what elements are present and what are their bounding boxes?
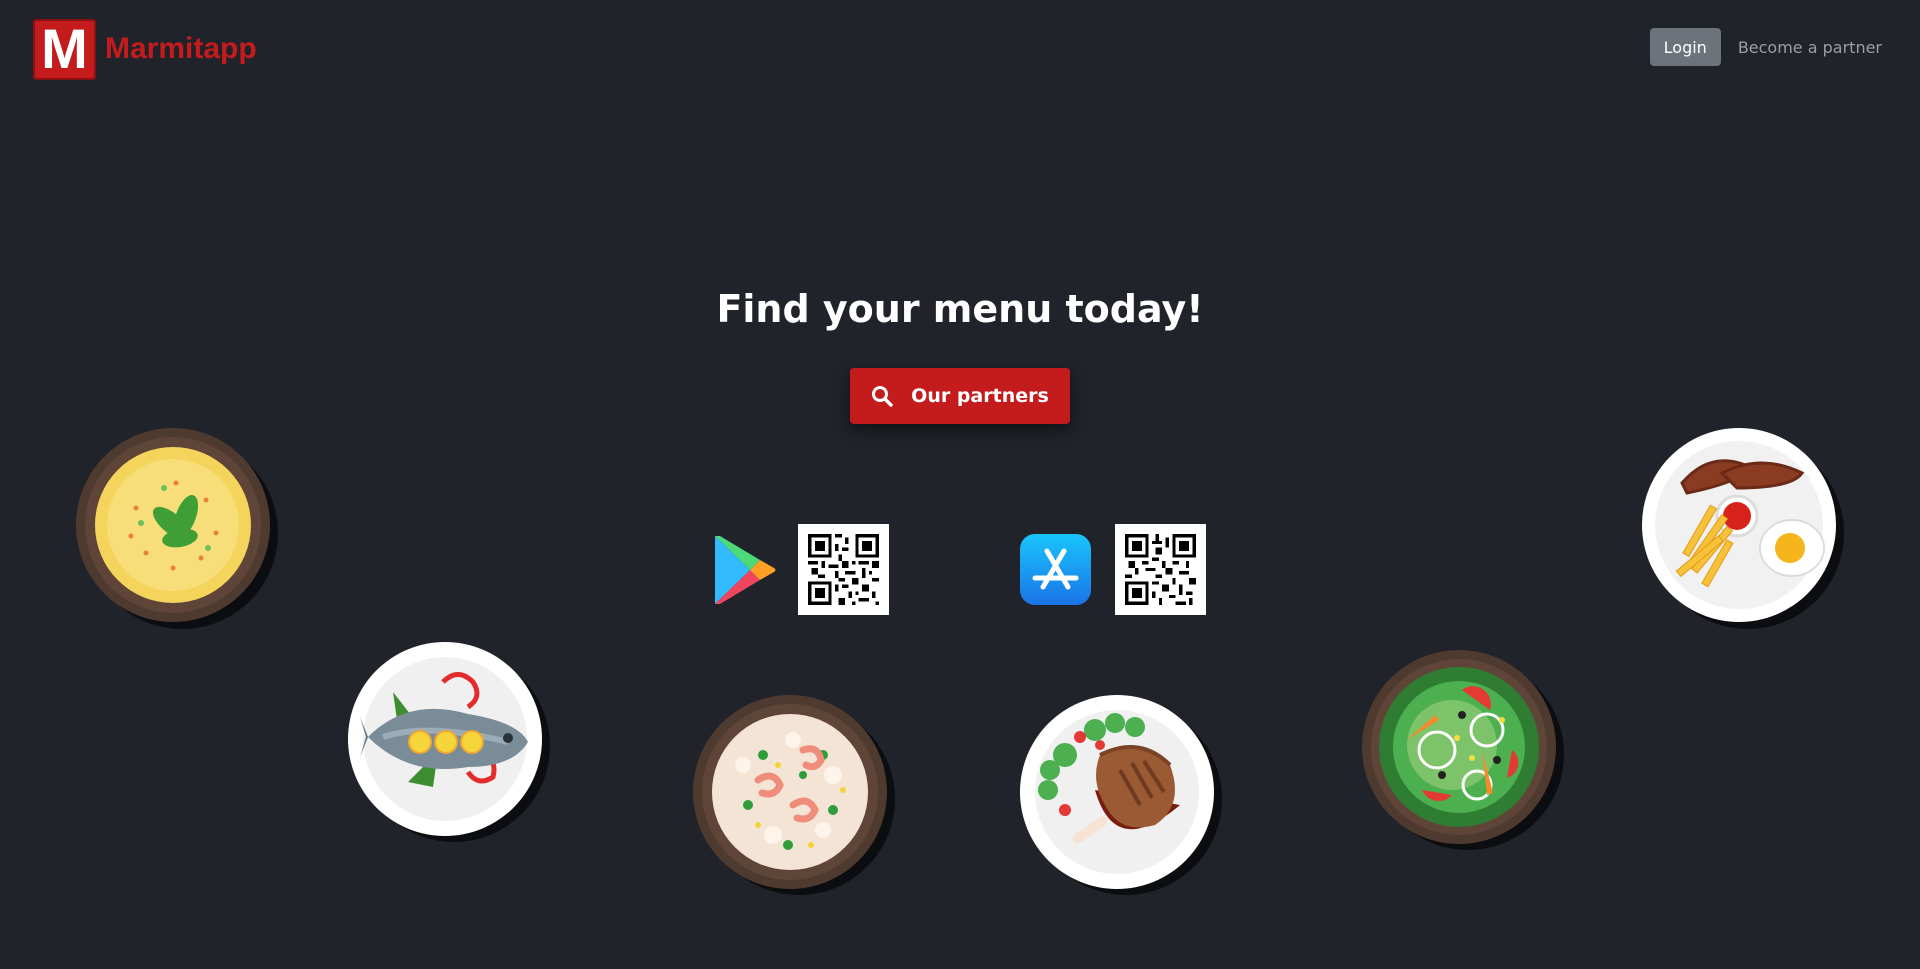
our-partners-button[interactable]: Our partners [850, 368, 1070, 424]
our-partners-label: Our partners [911, 385, 1049, 407]
login-button[interactable]: Login [1649, 28, 1721, 66]
brand-logo[interactable]: M Marmitapp [33, 18, 257, 80]
google-play-download[interactable] [712, 524, 889, 615]
logo-letter: M [41, 17, 88, 80]
breakfast-plate [1642, 428, 1836, 622]
brand-name: Marmitapp [105, 32, 257, 65]
google-play-icon [715, 535, 776, 604]
top-nav: Login Become a partner [1649, 28, 1882, 66]
become-partner-link[interactable]: Become a partner [1738, 38, 1882, 57]
chicken-plate [1020, 695, 1214, 889]
search-icon [872, 386, 893, 407]
app-store-qr-code [1115, 524, 1206, 615]
omelette-plate [76, 428, 270, 622]
rice-shrimp-plate [693, 695, 887, 889]
salad-plate [1362, 650, 1556, 844]
app-store-download[interactable] [1020, 524, 1206, 615]
app-store-icon [1020, 534, 1091, 605]
hero-title: Find your menu today! [716, 287, 1204, 331]
logo-icon: M [33, 17, 96, 80]
fish-plate [348, 642, 542, 836]
google-play-qr-code [798, 524, 889, 615]
